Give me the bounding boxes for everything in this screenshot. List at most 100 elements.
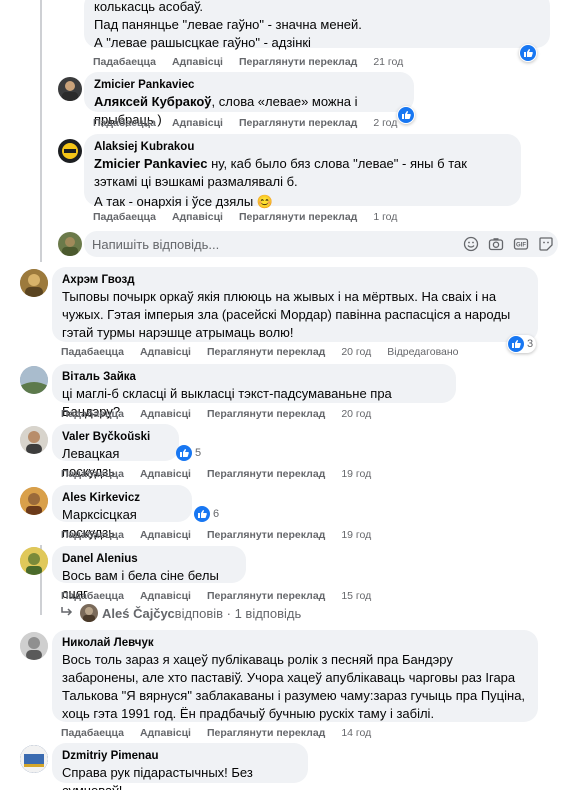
comment-bubble: Ахрэм Гвозд Тыповы почырк оркаў якія плю… bbox=[52, 267, 538, 342]
comment-actions: Падабаецца Адпавісці Пераглянути переклад 2… bbox=[93, 117, 413, 129]
comment-bubble: Alaksiej Kubrakou Zmicier Pankaviec ну, … bbox=[84, 134, 521, 209]
reply-button[interactable]: Адпавісці bbox=[172, 117, 223, 129]
comment-author[interactable]: Valer Byčkoŭski bbox=[62, 430, 169, 445]
timestamp[interactable]: 1 год bbox=[373, 211, 397, 223]
avatar[interactable] bbox=[20, 269, 48, 297]
reply-button[interactable]: Адпавісці bbox=[140, 590, 191, 602]
like-reaction-icon bbox=[508, 336, 524, 352]
current-user-avatar bbox=[58, 232, 82, 256]
timestamp[interactable]: 14 год bbox=[341, 727, 371, 739]
comment-bubble: Dzmitriy Pimenau Справа рук підарастычны… bbox=[52, 743, 308, 790]
mention-link[interactable]: Аляксей Кубракоў bbox=[94, 94, 212, 109]
like-button[interactable]: Падабаецца bbox=[61, 468, 124, 480]
translate-button[interactable]: Пераглянути переклад bbox=[207, 346, 325, 358]
timestamp[interactable]: 20 год bbox=[341, 408, 371, 420]
avatar[interactable] bbox=[20, 366, 48, 394]
reaction-number: 3 bbox=[527, 338, 534, 350]
reply-button[interactable]: Адпавісці bbox=[140, 468, 191, 480]
reply-arrow-icon bbox=[60, 606, 74, 621]
comment-actions: Падабаецца Адпавісці Пераглянути переклад 2… bbox=[61, 346, 459, 358]
like-button[interactable]: Падабаецца bbox=[61, 529, 124, 541]
translate-button[interactable]: Пераглянути переклад bbox=[239, 211, 357, 223]
avatar[interactable] bbox=[58, 77, 82, 101]
sticker-icon[interactable] bbox=[538, 236, 554, 252]
reaction-count[interactable]: 3 bbox=[507, 335, 537, 353]
comment-author[interactable]: Николай Левчук bbox=[62, 636, 528, 651]
comment-author[interactable]: Dzmitriy Pimenau bbox=[62, 749, 298, 764]
comment-author[interactable]: Alaksiej Kubrakou bbox=[94, 140, 511, 155]
edited-label: Відредаговано bbox=[387, 346, 459, 358]
comment-actions: Падабаецца Адпавісці Пераглянути переклад 1… bbox=[61, 468, 387, 480]
translate-button[interactable]: Пераглянути переклад bbox=[207, 529, 325, 541]
reply-input[interactable]: Напишіть відповідь... GIF bbox=[84, 231, 558, 257]
avatar[interactable] bbox=[20, 487, 48, 515]
like-button[interactable]: Падабаецца bbox=[93, 56, 156, 68]
comment-bubble: колькасць асобаў. Пад панянцье "левае га… bbox=[84, 0, 550, 50]
timestamp[interactable]: 20 год bbox=[341, 346, 371, 358]
reaction-count[interactable]: 5 bbox=[175, 444, 204, 462]
like-button[interactable]: Падабаецца bbox=[61, 346, 124, 358]
avatar[interactable] bbox=[58, 139, 82, 163]
like-button[interactable]: Падабаецца bbox=[93, 211, 156, 223]
comment-author[interactable]: Zmicier Pankaviec bbox=[94, 78, 404, 93]
translate-button[interactable]: Пераглянути переклад bbox=[239, 117, 357, 129]
comment-actions: Падабаецца Адпавісці Пераглянути переклад 1… bbox=[93, 211, 413, 223]
reaction-count[interactable]: 6 bbox=[193, 505, 222, 523]
reply-button[interactable]: Адпавісці bbox=[140, 529, 191, 541]
translate-button[interactable]: Пераглянути переклад bbox=[207, 727, 325, 739]
reply-button[interactable]: Адпавісці bbox=[140, 727, 191, 739]
reply-placeholder: Напишіть відповідь... bbox=[92, 236, 220, 252]
comment-text: А так - онархія і ўсе дзялы 😊 bbox=[94, 194, 273, 209]
like-reaction-icon bbox=[194, 506, 210, 522]
comment-actions: Падабаецца Адпавісці Пераглянути переклад 1… bbox=[61, 727, 387, 739]
comment-actions: Падабаецца Адпавісці Пераглянути переклад 1… bbox=[61, 590, 387, 602]
comment-bubble: Ales Kirkevicz Марксісцкая поскудзь bbox=[52, 485, 192, 540]
translate-button[interactable]: Пераглянути переклад bbox=[239, 56, 357, 68]
timestamp[interactable]: 21 год bbox=[373, 56, 403, 68]
avatar[interactable] bbox=[20, 426, 48, 454]
avatar[interactable] bbox=[20, 547, 48, 575]
reply-button[interactable]: Адпавісці bbox=[140, 346, 191, 358]
comment-text: колькасць асобаў. bbox=[94, 0, 203, 14]
comment-actions: Падабаецца Адпавісці Пераглянути переклад 2… bbox=[93, 56, 419, 68]
emoji-icon[interactable] bbox=[463, 236, 479, 252]
comment-text: Тыповы почырк оркаў якія плююць на жывых… bbox=[62, 289, 511, 340]
reply-count-label: відповів · 1 відповідь bbox=[174, 605, 302, 621]
view-replies-link[interactable]: Aleś Čajčус відповів · 1 відповідь bbox=[60, 604, 301, 622]
comment-bubble: Valer Byčkoŭski Левацкая поскудзь bbox=[52, 424, 179, 479]
like-reaction-icon bbox=[520, 45, 536, 61]
reaction-number: 5 bbox=[195, 447, 202, 459]
reaction-number: 6 bbox=[213, 508, 220, 520]
avatar[interactable] bbox=[20, 745, 48, 773]
comment-text: Вось толь зараз я хацеў публікаваць ролі… bbox=[62, 652, 526, 721]
translate-button[interactable]: Пераглянути переклад bbox=[207, 408, 325, 420]
comment-author[interactable]: Ales Kirkevicz bbox=[62, 491, 182, 506]
reply-author: Aleś Čajčус bbox=[102, 605, 175, 621]
comment-author[interactable]: Danel Alenius bbox=[62, 552, 236, 567]
mention-link[interactable]: Zmicier Pankaviec bbox=[94, 156, 207, 171]
reply-button[interactable]: Адпавісці bbox=[140, 408, 191, 420]
reply-button[interactable]: Адпавісці bbox=[172, 211, 223, 223]
comment-text: А "левае рашысцкае гаўно" - адзінкі bbox=[94, 35, 311, 50]
reaction-count[interactable] bbox=[519, 44, 537, 62]
timestamp[interactable]: 15 год bbox=[341, 590, 371, 602]
gif-icon[interactable]: GIF bbox=[513, 236, 529, 252]
reply-button[interactable]: Адпавісці bbox=[172, 56, 223, 68]
like-button[interactable]: Падабаецца bbox=[61, 727, 124, 739]
camera-icon[interactable] bbox=[488, 236, 504, 252]
avatar[interactable] bbox=[20, 632, 48, 660]
timestamp[interactable]: 2 год bbox=[373, 117, 397, 129]
like-button[interactable]: Падабаецца bbox=[61, 590, 124, 602]
translate-button[interactable]: Пераглянути переклад bbox=[207, 590, 325, 602]
like-button[interactable]: Падабаецца bbox=[61, 408, 124, 420]
like-button[interactable]: Падабаецца bbox=[93, 117, 156, 129]
comment-actions: Падабаецца Адпавісці Пераглянути переклад 1… bbox=[61, 529, 387, 541]
comment-text: Справа рук підарастычных! Без сумневаў! bbox=[62, 765, 253, 790]
comment-author[interactable]: Ахрэм Гвозд bbox=[62, 273, 528, 288]
timestamp[interactable]: 19 год bbox=[341, 529, 371, 541]
comment-bubble: Николай Левчук Вось толь зараз я хацеў п… bbox=[52, 630, 538, 722]
translate-button[interactable]: Пераглянути переклад bbox=[207, 468, 325, 480]
comment-author[interactable]: Віталь Зайка bbox=[62, 370, 446, 385]
avatar bbox=[80, 604, 98, 622]
timestamp[interactable]: 19 год bbox=[341, 468, 371, 480]
